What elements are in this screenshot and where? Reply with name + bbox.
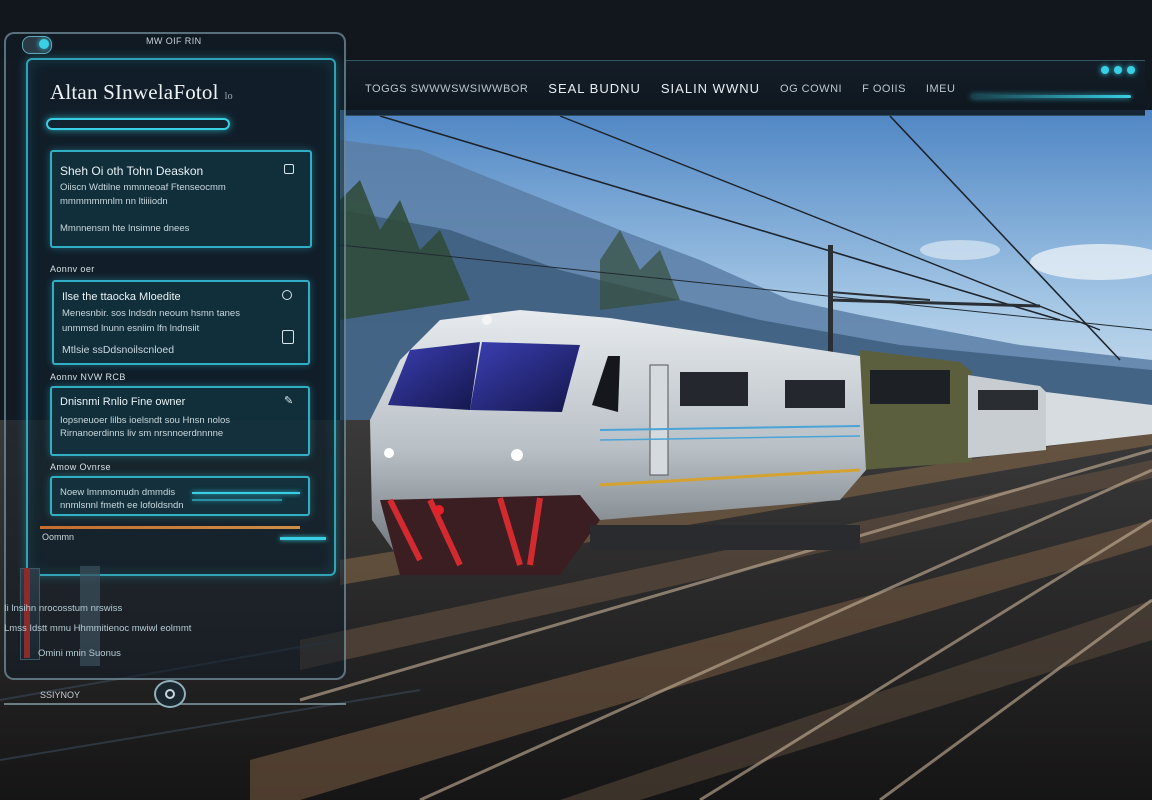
dial-button[interactable] xyxy=(154,680,186,708)
accent-divider xyxy=(40,526,300,529)
progress-line xyxy=(971,95,1131,98)
level-slider-secondary[interactable] xyxy=(192,499,282,501)
info-card[interactable]: Sheh Oi oth Tohn Deaskon Oiiscn Wdtilne … xyxy=(50,150,312,248)
app-subtitle: MW OIF RIN xyxy=(146,36,202,46)
side-strip xyxy=(20,568,40,660)
card-line: Mtlsie ssDdsnoilscnloed xyxy=(62,344,175,356)
search-input[interactable] xyxy=(46,118,230,130)
app-title-text: Altan SInwelaFotol xyxy=(50,80,219,104)
section-label: Aonnv NVW RCB xyxy=(50,372,126,382)
app-title-suffix: lo xyxy=(224,91,233,102)
document-icon[interactable] xyxy=(282,330,294,344)
menu-item-2[interactable]: SIALIN WWNU xyxy=(661,81,760,96)
card-line: Mmnnensm hte lnsimne dnees xyxy=(60,223,190,234)
panel-footer-label: Oommn xyxy=(42,532,75,542)
card-title: Ilse the ttaocka Mloedite xyxy=(62,291,181,303)
card-line: nnmlsnnl fmeth ee lofoldsndn xyxy=(60,500,184,511)
section-label: Amow Ovnrse xyxy=(50,462,111,472)
info-card[interactable]: Ilse the ttaocka Mloedite Menesnbir. sos… xyxy=(52,280,310,365)
top-menu: TOGGS SWWWSWSIWWBOR SEAL BUDNU SIALIN WW… xyxy=(365,81,955,96)
bookmark-icon[interactable] xyxy=(284,164,294,174)
search-icon[interactable] xyxy=(282,290,292,300)
menu-item-3[interactable]: OG COWNI xyxy=(780,83,842,95)
top-menu-bar: TOGGS SWWWSWSIWWBOR SEAL BUDNU SIALIN WW… xyxy=(345,60,1145,116)
card-line: Noew lmnmomudn dmmdis xyxy=(60,487,176,498)
card-line: Iopsneuoer lilbs ioelsndt sou Hnsn nolos xyxy=(60,415,231,426)
info-card[interactable]: Dnisnmi Rnlio Fine owner ✎ Iopsneuoer li… xyxy=(50,386,310,456)
status-dot-icon xyxy=(1127,66,1135,74)
status-dots xyxy=(1101,66,1135,74)
footer-indicator xyxy=(280,537,326,540)
menu-item-0[interactable]: TOGGS SWWWSWSIWWBOR xyxy=(365,83,528,95)
menu-item-4[interactable]: F OOIIS xyxy=(862,83,906,95)
card-line: mmmmmmnlm nn ltiiiiodn xyxy=(60,196,168,207)
card-title: Sheh Oi oth Tohn Deaskon xyxy=(60,164,204,178)
card-title: Dnisnmi Rnlio Fine owner xyxy=(60,396,186,408)
level-slider[interactable] xyxy=(192,492,300,494)
card-line: Oiiscn Wdtilne mmnneoaf Ftenseocmm xyxy=(60,182,226,193)
menu-item-5[interactable]: IMEU xyxy=(926,83,956,95)
settings-icon[interactable]: ✎ xyxy=(284,396,294,407)
status-dot-icon xyxy=(1101,66,1109,74)
card-line: Rirnanoerdinns liv sm nrsnnoerdnnnne xyxy=(60,428,224,439)
menu-item-1[interactable]: SEAL BUDNU xyxy=(548,81,641,96)
card-line: Menesnbir. sos lndsdn neoum hsmn tanes xyxy=(62,308,240,319)
status-line: Lmss Idstt mmu Hhmmitienoc mwiwl eolmmt xyxy=(4,623,192,634)
info-card[interactable]: Noew lmnmomudn dmmdis nnmlsnnl fmeth ee … xyxy=(50,476,310,516)
section-label: Aonnv oer xyxy=(50,264,95,274)
app-title: Altan SInwelaFotol lo xyxy=(50,80,233,105)
card-line: unmmsd lnunn esniim lfn lndnsiit xyxy=(62,323,200,334)
toggle-switch[interactable] xyxy=(22,36,52,54)
status-dot-icon xyxy=(1114,66,1122,74)
status-line: Ii lnsihn nrocosstum nrswiss xyxy=(4,603,123,614)
bottom-label: SSIYNOY xyxy=(40,690,81,700)
status-line: Omini mnin Suonus xyxy=(38,648,121,659)
